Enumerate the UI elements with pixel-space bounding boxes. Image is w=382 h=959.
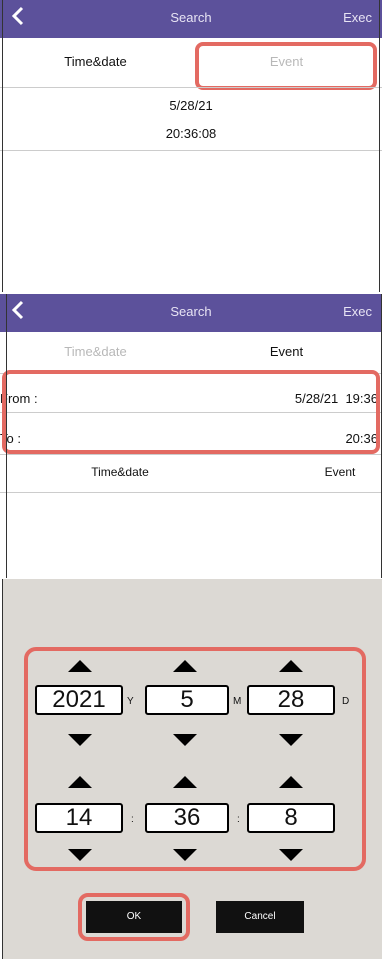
from-to-highlight <box>2 370 380 454</box>
sub-tab-event[interactable]: Event <box>300 454 380 490</box>
picker-highlight <box>24 647 366 871</box>
time-separator: : <box>237 814 240 825</box>
ok-button-highlight <box>78 893 190 941</box>
hour-field[interactable]: 14 <box>35 803 123 833</box>
panel-event-search: Search Exec Time&date Event From : 5/28/… <box>0 294 382 578</box>
minute-down-icon[interactable] <box>173 849 197 861</box>
year-field[interactable]: 2021 <box>35 685 123 715</box>
app-header: Search Exec <box>0 294 382 332</box>
date-time-picker-dialog: 2021 Y 5 M 28 D 14 : 36 : 8 OK Cancel <box>2 579 382 959</box>
exec-button[interactable]: Exec <box>343 304 372 319</box>
second-down-icon[interactable] <box>279 849 303 861</box>
minute-up-icon[interactable] <box>173 776 197 788</box>
year-unit-label: Y <box>127 696 134 707</box>
month-unit-label: M <box>233 696 242 707</box>
tab-event[interactable]: Event <box>191 328 382 376</box>
tab-time-date[interactable]: Time&date <box>0 38 191 86</box>
divider <box>0 87 382 88</box>
divider <box>0 150 382 151</box>
month-field[interactable]: 5 <box>145 685 229 715</box>
time-value[interactable]: 20:36:08 <box>0 126 382 141</box>
day-up-icon[interactable] <box>279 660 303 672</box>
event-tab-highlight <box>195 42 377 90</box>
month-down-icon[interactable] <box>173 734 197 746</box>
year-up-icon[interactable] <box>68 660 92 672</box>
exec-button[interactable]: Exec <box>343 10 372 25</box>
frame-border <box>2 579 3 959</box>
second-field[interactable]: 8 <box>247 803 335 833</box>
second-up-icon[interactable] <box>279 776 303 788</box>
header-title: Search <box>170 10 212 25</box>
day-unit-label: D <box>342 696 350 707</box>
divider <box>0 492 382 493</box>
frame-border <box>379 0 380 292</box>
cancel-button[interactable]: Cancel <box>216 901 304 933</box>
panel-time-date-search: Search Exec Time&date Event 5/28/21 20:3… <box>0 0 382 292</box>
minute-field[interactable]: 36 <box>145 803 229 833</box>
frame-border <box>6 294 7 578</box>
time-separator: : <box>131 814 134 825</box>
hour-down-icon[interactable] <box>68 849 92 861</box>
month-up-icon[interactable] <box>173 660 197 672</box>
header-title: Search <box>170 304 212 319</box>
sub-tab-time-date[interactable]: Time&date <box>40 454 200 490</box>
day-down-icon[interactable] <box>279 734 303 746</box>
hour-up-icon[interactable] <box>68 776 92 788</box>
year-down-icon[interactable] <box>68 734 92 746</box>
app-header: Search Exec <box>0 0 382 38</box>
frame-border <box>2 0 3 292</box>
tab-time-date[interactable]: Time&date <box>0 328 191 376</box>
date-value[interactable]: 5/28/21 <box>0 98 382 113</box>
day-field[interactable]: 28 <box>247 685 335 715</box>
